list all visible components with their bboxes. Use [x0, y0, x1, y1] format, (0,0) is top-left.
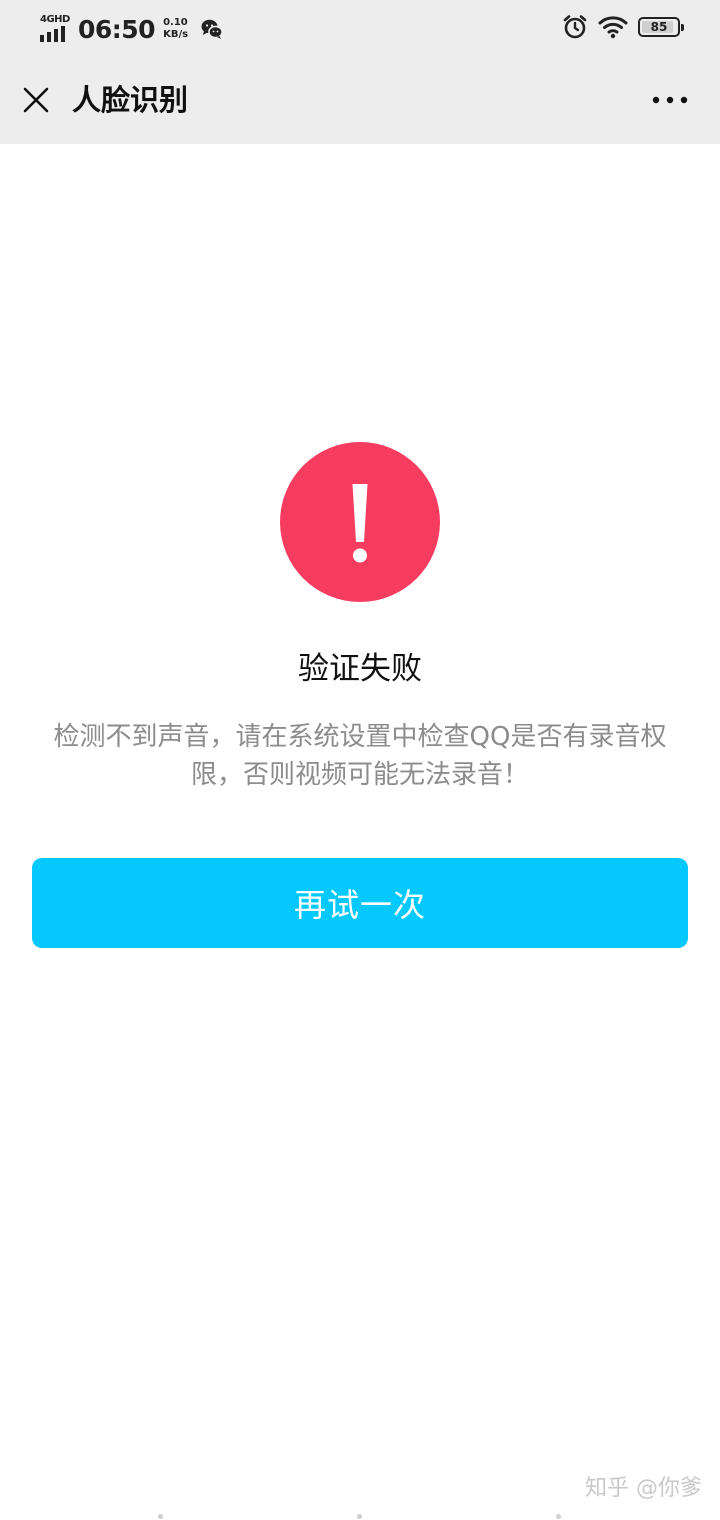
watermark: 知乎 @你爹 [585, 1476, 702, 1501]
error-icon [280, 442, 440, 602]
wifi-icon [598, 16, 628, 39]
home-indicator-dot [556, 1514, 561, 1519]
network-type: 4GHD [40, 14, 70, 25]
alarm-icon [563, 15, 587, 39]
battery-level: 85 [650, 20, 668, 34]
nav-bar: 人脸识别 [0, 58, 720, 144]
status-time: 06:50 [78, 14, 156, 44]
network-speed: 0.10 KB/s [163, 17, 188, 41]
close-button[interactable] [14, 78, 58, 122]
battery-icon: 85 [638, 17, 684, 37]
retry-button[interactable]: 再试一次 [32, 858, 688, 948]
status-bar: 4GHD 06:50 0.10 KB/s 85 [0, 0, 720, 58]
more-button[interactable] [646, 80, 694, 120]
page-title: 人脸识别 [72, 83, 189, 117]
more-icon [652, 96, 688, 104]
result-title: 验证失败 [298, 651, 422, 687]
signal-icon: 4GHD [40, 14, 72, 44]
home-indicator-dot [357, 1514, 362, 1519]
wechat-icon [201, 19, 223, 39]
status-right-group: 85 [562, 14, 684, 40]
close-icon [23, 87, 49, 113]
result-description: 检测不到声音，请在系统设置中检查QQ是否有录音权限，否则视频可能无法录音！ [53, 722, 667, 790]
network-speed-unit: KB/s [163, 29, 189, 40]
network-speed-value: 0.10 [163, 17, 188, 28]
status-left-group: 4GHD 06:50 0.10 KB/s [40, 12, 224, 46]
home-indicator-dot [158, 1514, 163, 1519]
